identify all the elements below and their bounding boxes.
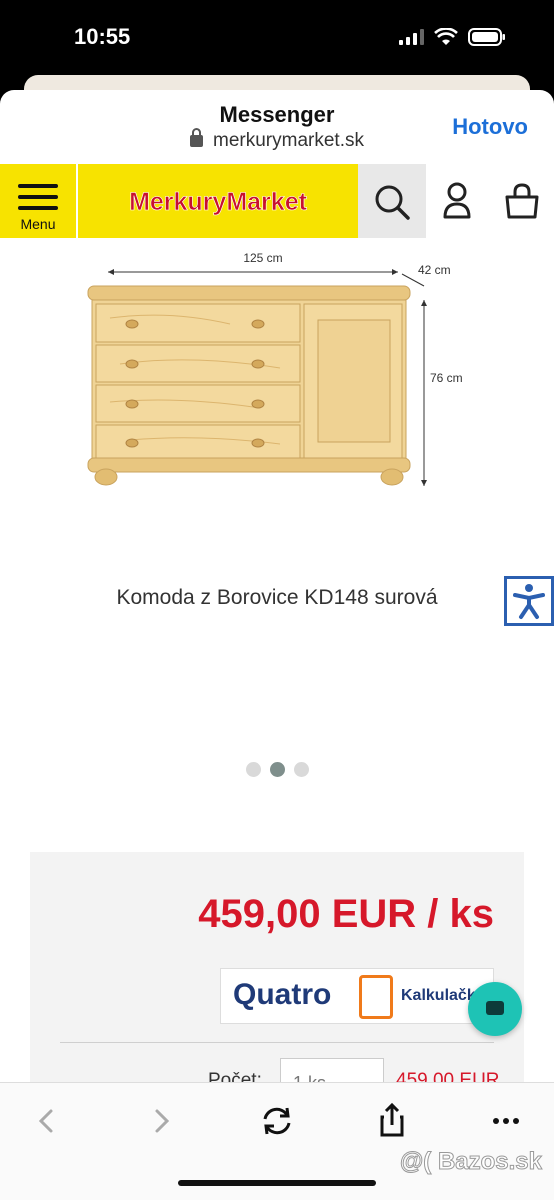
divider <box>60 1042 494 1043</box>
chat-button[interactable] <box>468 982 522 1036</box>
menu-label: Menu <box>20 216 56 232</box>
done-button[interactable]: Hotovo <box>452 114 528 140</box>
reload-button[interactable] <box>255 1099 299 1143</box>
price-box: 459,00 EUR / ks Quatro Kalkulačka Počet:… <box>30 852 524 1112</box>
calculator-icon <box>359 975 393 1019</box>
more-button[interactable] <box>484 1099 528 1143</box>
shopping-bag-icon <box>505 183 539 219</box>
wifi-icon <box>434 28 458 45</box>
battery-icon <box>468 28 505 46</box>
product-name: Komoda z Borovice KD148 surová <box>116 586 438 609</box>
gallery-dot[interactable] <box>294 762 309 777</box>
price: 459,00 EUR / ks <box>198 892 494 936</box>
site-logo[interactable]: MerkuryMarket <box>78 164 358 238</box>
dimension-width: 125 cm <box>243 251 282 265</box>
accessibility-icon <box>513 584 545 619</box>
logo-text: MerkuryMarket <box>129 188 308 216</box>
user-icon <box>443 182 471 219</box>
forward-button[interactable] <box>140 1099 184 1143</box>
lock-icon <box>190 127 204 147</box>
accessibility-button[interactable] <box>504 576 554 626</box>
quatro-calculator-banner[interactable]: Quatro Kalkulačka <box>220 968 494 1024</box>
back-icon <box>38 1109 53 1133</box>
dresser-illustration: 125 cm 42 cm 76 cm <box>87 251 463 486</box>
status-time: 10:55 <box>74 24 131 49</box>
search-icon <box>375 185 410 220</box>
sheet-header: Messenger merkurymarket.sk Hotovo <box>0 90 554 164</box>
account-button[interactable] <box>428 164 486 238</box>
gallery-dot-active[interactable] <box>270 762 285 777</box>
sheet-url: merkurymarket.sk <box>213 130 364 151</box>
in-app-browser-sheet: Messenger merkurymarket.sk Hotovo Menu M… <box>0 90 554 1200</box>
forward-icon <box>155 1109 170 1133</box>
dimension-depth: 42 cm <box>418 263 451 277</box>
product-image[interactable]: 125 cm 42 cm 76 cm <box>0 240 554 510</box>
merkury-logo: MerkuryMarket <box>129 188 308 217</box>
hamburger-icon <box>18 184 58 217</box>
more-icon <box>493 1118 519 1124</box>
search-button[interactable] <box>358 164 426 238</box>
gallery-dots <box>246 762 309 777</box>
status-icons <box>399 27 506 47</box>
status-bar: 10:55 <box>0 0 554 80</box>
watermark: @( Bazos.sk <box>399 1148 542 1176</box>
quatro-logo: Quatro <box>233 978 332 1011</box>
cart-button[interactable] <box>490 164 554 238</box>
menu-button[interactable]: Menu <box>0 164 76 238</box>
site-header: Menu MerkuryMarket <box>0 164 554 238</box>
dimension-height: 76 cm <box>430 371 463 385</box>
gallery-dot[interactable] <box>246 762 261 777</box>
signal-icon <box>399 29 424 45</box>
reload-icon <box>263 1107 291 1135</box>
back-button[interactable] <box>24 1099 68 1143</box>
share-button[interactable] <box>370 1099 414 1143</box>
share-icon <box>380 1102 404 1137</box>
home-indicator <box>178 1180 376 1186</box>
